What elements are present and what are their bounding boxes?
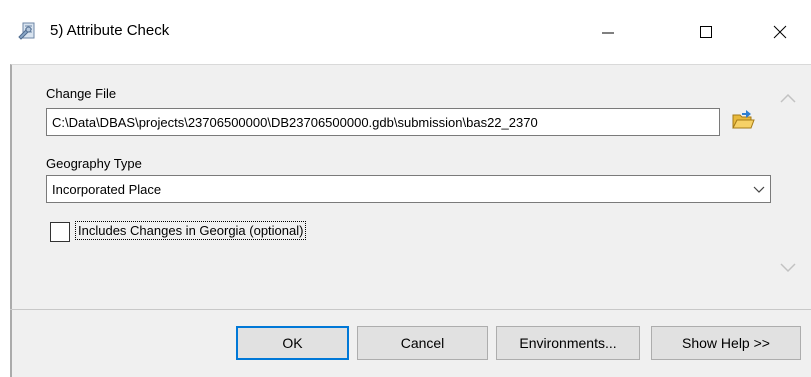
title-bar: 5) Attribute Check bbox=[0, 0, 811, 64]
minimize-icon bbox=[601, 25, 615, 42]
geography-type-value: Incorporated Place bbox=[52, 181, 162, 197]
change-file-value: C:\Data\DBAS\projects\23706500000\DB2370… bbox=[52, 114, 538, 130]
georgia-checkbox[interactable] bbox=[50, 222, 70, 242]
close-icon bbox=[773, 25, 787, 42]
chevron-down-icon bbox=[753, 182, 765, 197]
maximize-button[interactable] bbox=[683, 14, 729, 52]
scroll-up-icon[interactable] bbox=[779, 92, 797, 107]
minimize-button[interactable] bbox=[585, 14, 631, 52]
maximize-icon bbox=[699, 25, 713, 42]
open-folder-icon bbox=[731, 109, 755, 134]
window-title: 5) Attribute Check bbox=[50, 22, 170, 39]
environments-button[interactable]: Environments... bbox=[496, 326, 640, 360]
change-file-label: Change File bbox=[46, 86, 117, 101]
show-help-button[interactable]: Show Help >> bbox=[651, 326, 801, 360]
geography-type-select[interactable]: Incorporated Place bbox=[46, 175, 771, 203]
scroll-down-icon[interactable] bbox=[779, 262, 797, 277]
ok-button[interactable]: OK bbox=[236, 326, 349, 360]
cancel-button[interactable]: Cancel bbox=[357, 326, 488, 360]
geography-type-label: Geography Type bbox=[46, 156, 142, 171]
toolbox-script-icon bbox=[16, 20, 38, 42]
change-file-input[interactable]: C:\Data\DBAS\projects\23706500000\DB2370… bbox=[46, 108, 720, 136]
georgia-checkbox-label[interactable]: Includes Changes in Georgia (optional) bbox=[75, 221, 307, 240]
close-button[interactable] bbox=[757, 14, 803, 52]
browse-button[interactable] bbox=[728, 106, 758, 136]
